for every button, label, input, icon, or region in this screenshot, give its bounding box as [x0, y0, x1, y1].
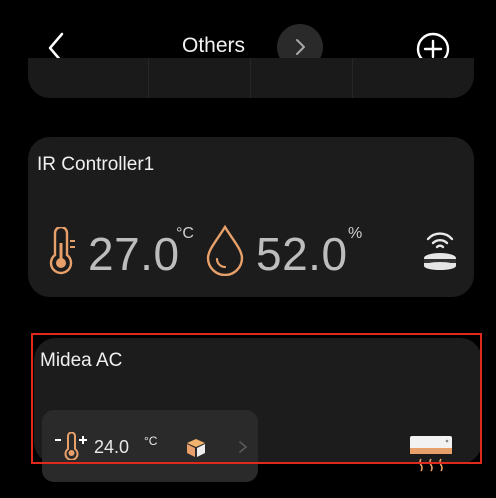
water-drop-icon	[206, 224, 244, 276]
midea-ac-card[interactable]: Midea AC 24.0 °C	[34, 338, 482, 482]
ir-blaster-icon	[424, 232, 456, 270]
device-name: IR Controller1	[37, 154, 155, 175]
thermometer-setpoint-icon	[55, 432, 87, 460]
chevron-right-icon	[239, 441, 248, 453]
device-name: Midea AC	[40, 350, 123, 371]
humidity-unit: %	[348, 225, 363, 242]
temperature-value: 27.0	[88, 228, 180, 280]
ir-controller-card[interactable]: IR Controller1 27.0 °C 52.0 %	[28, 137, 474, 297]
thermometer-icon	[49, 227, 75, 275]
setpoint-value: 24.0	[94, 437, 130, 457]
chevron-right-icon	[296, 39, 305, 55]
previous-card-partial	[28, 58, 474, 98]
setpoint-control[interactable]: 24.0 °C	[42, 410, 258, 482]
humidity-value: 52.0	[256, 228, 348, 280]
temperature-unit: °C	[176, 225, 194, 242]
cube-icon	[187, 439, 205, 457]
setpoint-unit: °C	[144, 434, 158, 448]
air-conditioner-icon	[410, 436, 452, 472]
page-title: Others	[182, 34, 246, 57]
